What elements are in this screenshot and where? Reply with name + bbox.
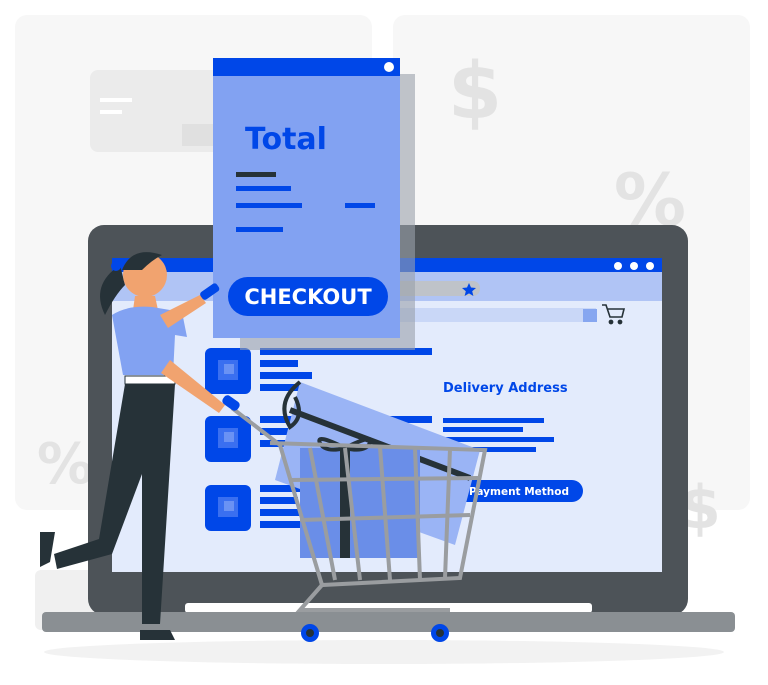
card-line <box>100 98 132 102</box>
receipt-dot-icon <box>384 62 394 72</box>
receipt-header-bar <box>213 58 400 76</box>
receipt-line <box>236 203 302 208</box>
cart-wheel-hub <box>436 629 444 637</box>
checkout-illustration: $ % % $ Delivery Address Payment Method … <box>15 15 750 664</box>
payment-method-label: Payment Method <box>469 486 569 498</box>
receipt-line <box>236 227 283 232</box>
receipt-line <box>236 172 276 177</box>
delivery-address-heading: Delivery Address <box>443 381 568 396</box>
floor-shadow <box>44 640 724 664</box>
window-dots-icon <box>614 262 654 270</box>
dollar-sign-decor: $ <box>448 47 502 137</box>
checkout-label: CHECKOUT <box>244 285 372 309</box>
cart-wheel-hub <box>306 629 314 637</box>
receipt-total-title: Total <box>245 122 327 157</box>
receipt-line <box>236 186 291 191</box>
receipt-line <box>345 203 375 208</box>
card-line <box>100 110 122 114</box>
percent-sign-decor: % <box>37 432 93 497</box>
search-button[interactable] <box>583 309 597 322</box>
